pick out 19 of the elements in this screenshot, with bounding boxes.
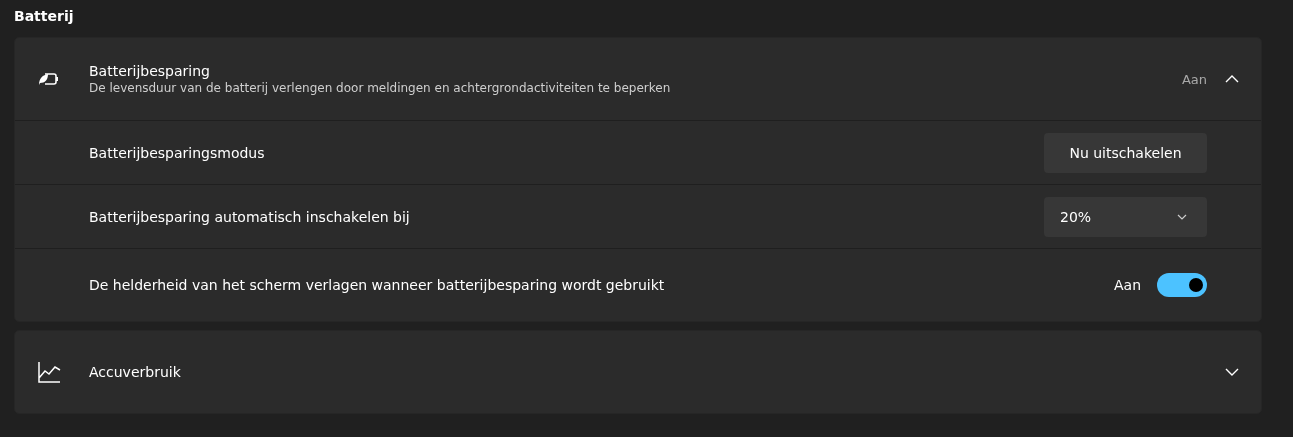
expander-title: Batterijbesparing — [89, 63, 211, 79]
percentage-dropdown[interactable]: 20% — [1044, 196, 1207, 237]
expander-header[interactable]: Batterijbesparing De levensduur van de batterij verlengen door meldingen en achtergrondactiviteiten te beperken Aan — [15, 38, 1261, 120]
setting-label: De helderheid van het scherm verlagen wanneer batterijbesparing wordt gebruikt — [89, 277, 666, 293]
expander-header[interactable]: Accuverbruik — [15, 331, 1261, 413]
expander-title: Accuverbruik — [89, 364, 182, 380]
chevron-down-icon — [1225, 368, 1239, 376]
line-chart-icon — [37, 361, 61, 383]
toggle-switch[interactable] — [1157, 273, 1207, 297]
setting-label: Batterijbesparing automatisch inschakelen bij — [89, 208, 411, 225]
battery-leaf-icon — [37, 70, 61, 88]
chevron-down-icon — [1177, 213, 1187, 220]
status-text: Aan — [1181, 71, 1207, 87]
section-title: Batterij — [14, 7, 75, 26]
expander-description: De levensduur van de batterij verlengen door meldingen en achtergrondactiviteiten te beperken — [89, 81, 672, 95]
chevron-up-icon — [1225, 75, 1239, 83]
turn-off-button[interactable]: Nu uitschakelen — [1044, 132, 1207, 173]
setting-label: Batterijbesparingsmodus — [89, 144, 266, 161]
toggle-state-text: Aan — [1113, 277, 1141, 293]
